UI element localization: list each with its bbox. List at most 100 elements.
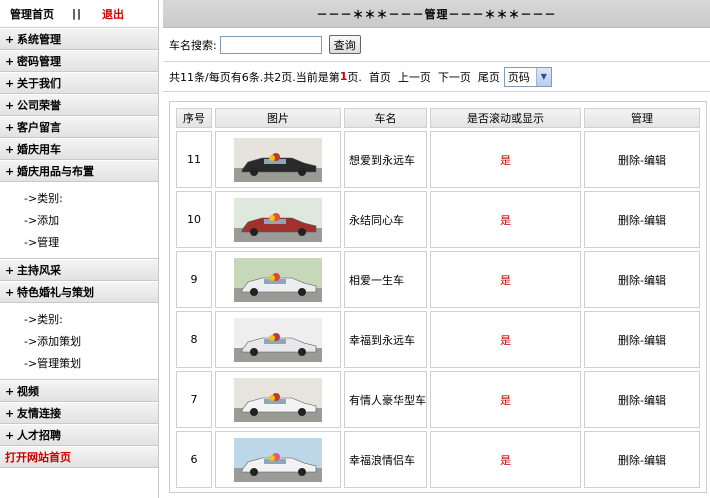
menu-label: 特色婚礼与策划 xyxy=(17,286,94,299)
row-name: 有情人豪华型车 xyxy=(344,371,427,428)
plus-icon: + xyxy=(5,164,15,178)
row-name: 永结同心车 xyxy=(344,191,427,248)
menu-label: 视频 xyxy=(17,385,39,398)
menu-wedding-supplies[interactable]: + 婚庆用品与布置 xyxy=(0,160,158,182)
pager-summary: 共11条/每页有6条.共2页.当前是第 xyxy=(169,70,340,84)
submenu-add[interactable]: ->添加 xyxy=(0,209,158,231)
row-manage-links[interactable]: 删除-编辑 xyxy=(584,311,700,368)
menu-jobs[interactable]: + 人才招聘 xyxy=(0,424,158,446)
table-row: 8 幸福到永远车是删除-编辑 xyxy=(176,311,700,368)
page-select-value: 页码 xyxy=(507,70,530,84)
pager-summary-end: 页. xyxy=(347,70,362,84)
submenu-manage-plan[interactable]: ->管理策划 xyxy=(0,352,158,374)
car-image xyxy=(234,437,322,482)
top-separator: || xyxy=(72,7,83,20)
submenu-category[interactable]: ->类别: xyxy=(0,308,158,330)
table-row: 11 想爱到永远车是删除-编辑 xyxy=(176,131,700,188)
plus-icon: + xyxy=(5,142,15,156)
car-image xyxy=(234,317,322,362)
logout-link[interactable]: 退出 xyxy=(102,6,124,22)
row-image-cell xyxy=(215,131,341,188)
table-row: 10 永结同心车是删除-编辑 xyxy=(176,191,700,248)
menu-label: 婚庆用车 xyxy=(17,143,61,156)
row-name: 幸福到永远车 xyxy=(344,311,427,368)
row-id: 7 xyxy=(176,371,212,428)
row-id: 9 xyxy=(176,251,212,308)
plus-icon: + xyxy=(5,76,15,90)
car-table-container: 序号 图片 车名 是否滚动或显示 管理 11 想爱到永远车是删除-编辑 10 永结同心… xyxy=(169,101,707,493)
car-table: 序号 图片 车名 是否滚动或显示 管理 11 想爱到永远车是删除-编辑 10 永结同心… xyxy=(173,105,703,491)
next-page-link[interactable]: 下一页 xyxy=(438,69,471,85)
first-page-link[interactable]: 首页 xyxy=(369,69,391,85)
menu-hosts[interactable]: + 主持风采 xyxy=(0,259,158,281)
row-manage-links[interactable]: 删除-编辑 xyxy=(584,191,700,248)
menu-about[interactable]: + 关于我们 xyxy=(0,72,158,94)
row-manage-links[interactable]: 删除-编辑 xyxy=(584,431,700,488)
submenu-planning: ->类别: ->添加策划 ->管理策划 xyxy=(0,303,158,380)
menu-label: 人才招聘 xyxy=(17,429,61,442)
row-image-cell xyxy=(215,431,341,488)
prev-page-link[interactable]: 上一页 xyxy=(398,69,431,85)
menu-video[interactable]: + 视频 xyxy=(0,380,158,402)
menu-wedding-cars[interactable]: + 婚庆用车 xyxy=(0,138,158,160)
row-flag[interactable]: 是 xyxy=(430,311,581,368)
col-name: 车名 xyxy=(344,108,427,128)
submenu-manage[interactable]: ->管理 xyxy=(0,231,158,253)
row-flag[interactable]: 是 xyxy=(430,431,581,488)
submenu-category[interactable]: ->类别: xyxy=(0,187,158,209)
row-image-cell xyxy=(215,191,341,248)
plus-icon: + xyxy=(5,285,15,299)
sidebar-top-bar: 管理首页 || 退出 xyxy=(0,0,158,28)
chevron-down-icon: ▼ xyxy=(535,67,551,86)
car-image xyxy=(234,197,322,242)
row-flag[interactable]: 是 xyxy=(430,371,581,428)
row-name: 想爱到永远车 xyxy=(344,131,427,188)
search-label: 车名搜索: xyxy=(169,38,217,52)
col-id: 序号 xyxy=(176,108,212,128)
car-thumbnail xyxy=(234,197,322,242)
row-name: 幸福浪情侣车 xyxy=(344,431,427,488)
table-row: 7 有情人豪华型车是删除-编辑 xyxy=(176,371,700,428)
sidebar: 管理首页 || 退出 + 系统管理 + 密码管理 + 关于我们 + 公司荣誉 + 客户留言… xyxy=(0,0,159,498)
row-id: 10 xyxy=(176,191,212,248)
plus-icon: + xyxy=(5,98,15,112)
menu-label: 主持风采 xyxy=(17,264,61,277)
admin-home-link[interactable]: 管理首页 xyxy=(10,6,54,22)
row-name: 相爱一生车 xyxy=(344,251,427,308)
col-manage: 管理 xyxy=(584,108,700,128)
open-site-link[interactable]: 打开网站首页 xyxy=(0,446,158,468)
menu-links[interactable]: + 友情连接 xyxy=(0,402,158,424)
car-thumbnail xyxy=(234,377,322,422)
col-flag: 是否滚动或显示 xyxy=(430,108,581,128)
menu-label: 公司荣誉 xyxy=(17,99,61,112)
menu-honors[interactable]: + 公司荣誉 xyxy=(0,94,158,116)
row-manage-links[interactable]: 删除-编辑 xyxy=(584,131,700,188)
menu-label: 系统管理 xyxy=(17,33,61,46)
plus-icon: + xyxy=(5,120,15,134)
search-button[interactable]: 查询 xyxy=(328,35,361,54)
row-image-cell xyxy=(215,251,341,308)
plus-icon: + xyxy=(5,406,15,420)
menu-messages[interactable]: + 客户留言 xyxy=(0,116,158,138)
menu-label: 密码管理 xyxy=(17,55,61,68)
page-title: －－－＊＊＊－－－管理－－－＊＊＊－－－ xyxy=(163,0,710,28)
row-id: 6 xyxy=(176,431,212,488)
menu-label: 客户留言 xyxy=(17,121,61,134)
page-select[interactable]: 页码 ▼ xyxy=(503,66,552,87)
row-flag[interactable]: 是 xyxy=(430,251,581,308)
submenu-add-plan[interactable]: ->添加策划 xyxy=(0,330,158,352)
row-flag[interactable]: 是 xyxy=(430,131,581,188)
car-image xyxy=(234,377,322,422)
menu-special-wedding[interactable]: + 特色婚礼与策划 xyxy=(0,281,158,303)
last-page-link[interactable]: 尾页 xyxy=(478,69,500,85)
menu-system[interactable]: + 系统管理 xyxy=(0,28,158,50)
main-panel: －－－＊＊＊－－－管理－－－＊＊＊－－－ 车名搜索: 查询 共11条/每页有6条… xyxy=(163,0,710,498)
row-id: 8 xyxy=(176,311,212,368)
row-manage-links[interactable]: 删除-编辑 xyxy=(584,371,700,428)
row-image-cell xyxy=(215,371,341,428)
row-manage-links[interactable]: 删除-编辑 xyxy=(584,251,700,308)
table-row: 6 幸福浪情侣车是删除-编辑 xyxy=(176,431,700,488)
menu-password[interactable]: + 密码管理 xyxy=(0,50,158,72)
search-input[interactable] xyxy=(219,35,322,54)
row-flag[interactable]: 是 xyxy=(430,191,581,248)
